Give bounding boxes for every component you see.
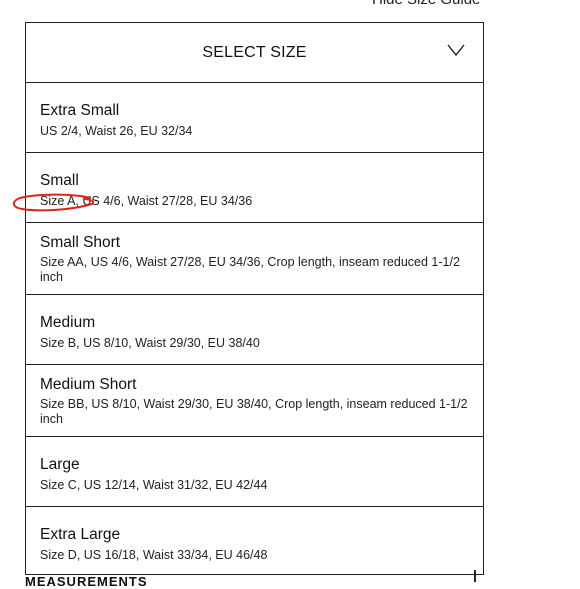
size-option-name: Medium xyxy=(40,314,96,331)
size-option-name: Large xyxy=(40,456,80,473)
size-option-small-short[interactable]: Small Short Size AA, US 4/6, Waist 27/28… xyxy=(26,223,483,295)
size-option-medium-short[interactable]: Medium Short Size BB, US 8/10, Waist 29/… xyxy=(26,365,483,437)
chevron-down-icon[interactable] xyxy=(447,43,465,57)
select-size-header[interactable]: SELECT SIZE xyxy=(26,23,483,83)
size-option-description: Size A, US 4/6, Waist 27/28, EU 34/36 xyxy=(40,194,253,208)
size-option-name: Medium Short xyxy=(40,376,137,393)
size-option-name: Small xyxy=(40,172,79,189)
size-option-extra-large[interactable]: Extra Large Size D, US 16/18, Waist 33/3… xyxy=(26,507,483,574)
size-selector-dropdown: SELECT SIZE Extra Small US 2/4, Waist 26… xyxy=(25,22,484,575)
hide-size-guide-link[interactable]: Hide Size Guide xyxy=(372,0,480,8)
size-option-extra-small[interactable]: Extra Small US 2/4, Waist 26, EU 32/34 xyxy=(26,83,483,153)
size-option-description: Size BB, US 8/10, Waist 29/30, EU 38/40,… xyxy=(40,397,468,426)
size-option-small[interactable]: Small Size A, US 4/6, Waist 27/28, EU 34… xyxy=(26,153,483,223)
measurements-heading: MEASUREMENTS xyxy=(25,574,148,589)
size-option-large[interactable]: Large Size C, US 12/14, Waist 31/32, EU … xyxy=(26,437,483,507)
size-option-description: Size AA, US 4/6, Waist 27/28, EU 34/36, … xyxy=(40,255,460,284)
size-option-description: Size C, US 12/14, Waist 31/32, EU 42/44 xyxy=(40,478,268,492)
size-option-medium[interactable]: Medium Size B, US 8/10, Waist 29/30, EU … xyxy=(26,295,483,365)
size-option-description: US 2/4, Waist 26, EU 32/34 xyxy=(40,124,193,138)
divider xyxy=(474,570,476,582)
size-option-name: Extra Large xyxy=(40,526,121,543)
size-option-name: Small Short xyxy=(40,234,121,251)
size-option-description: Size B, US 8/10, Waist 29/30, EU 38/40 xyxy=(40,336,260,350)
select-size-label: SELECT SIZE xyxy=(202,43,307,61)
size-option-description: Size D, US 16/18, Waist 33/34, EU 46/48 xyxy=(40,548,268,562)
size-option-name: Extra Small xyxy=(40,102,120,119)
